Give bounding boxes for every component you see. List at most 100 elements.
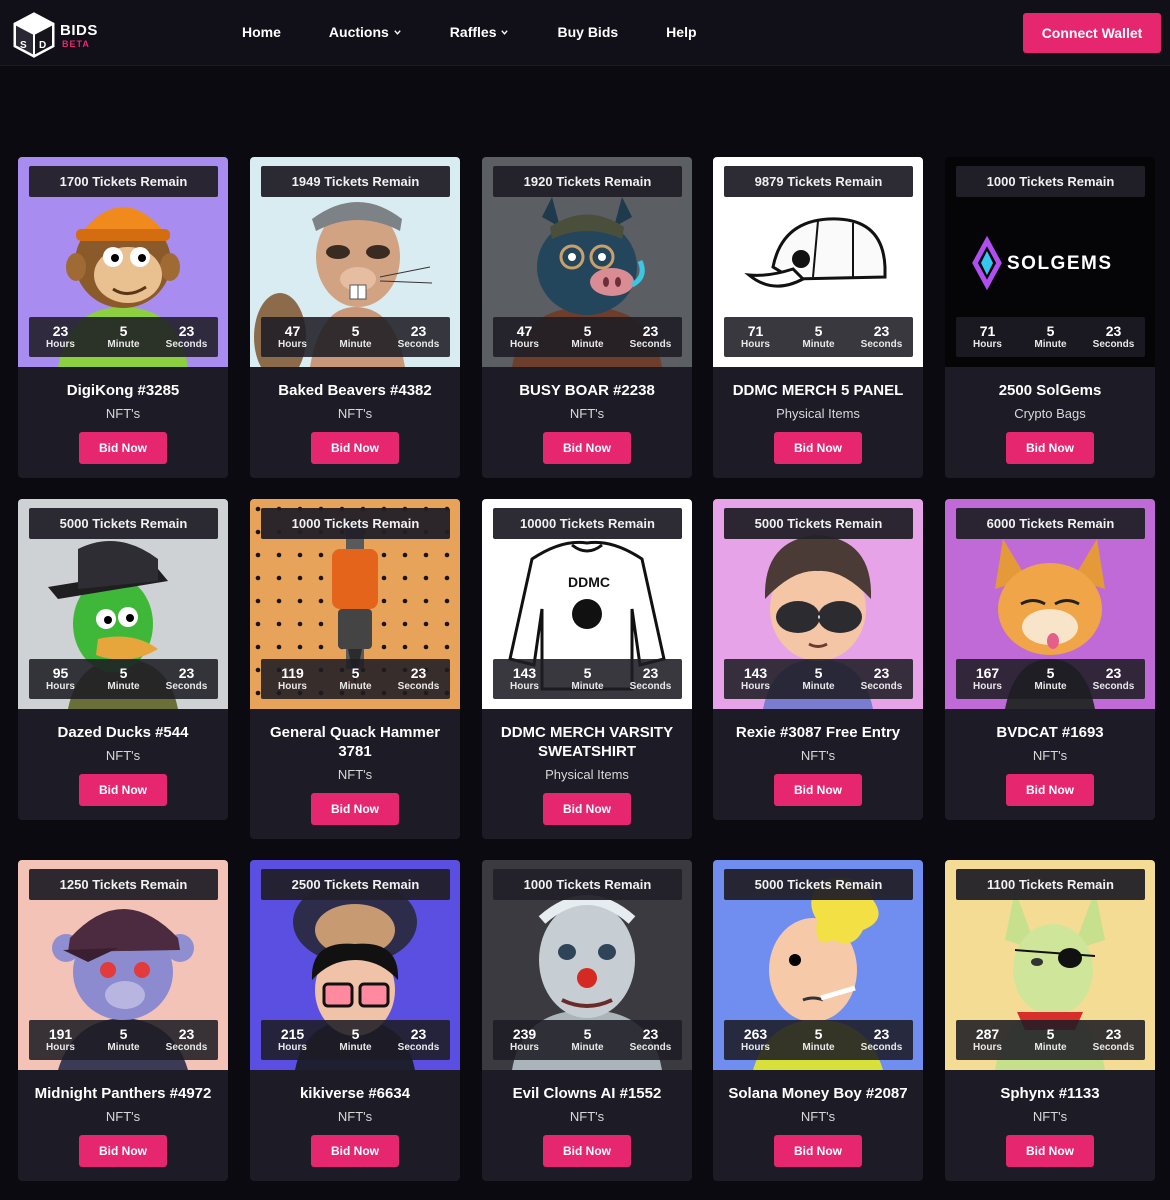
card-info: BVDCAT #1693 NFT's Bid Now xyxy=(945,709,1155,820)
raffle-card[interactable]: 5000 Tickets Remain 95 Hours 5 Minute 23… xyxy=(18,499,228,820)
raffle-title[interactable]: BUSY BOAR #2238 xyxy=(488,381,686,400)
connect-wallet-button[interactable]: Connect Wallet xyxy=(1023,13,1161,53)
seconds-label: Seconds xyxy=(397,680,440,692)
raffle-card[interactable]: 1250 Tickets Remain 191 Hours 5 Minute 2… xyxy=(18,860,228,1181)
timer-seconds: 23 Seconds xyxy=(850,317,913,357)
bid-now-button[interactable]: Bid Now xyxy=(543,793,631,825)
raffle-card[interactable]: 1949 Tickets Remain 47 Hours 5 Minute 23… xyxy=(250,157,460,478)
minutes-label: Minute xyxy=(339,338,372,350)
hours-value: 143 xyxy=(743,664,768,681)
bid-now-button[interactable]: Bid Now xyxy=(311,432,399,464)
card-info: Rexie #3087 Free Entry NFT's Bid Now xyxy=(713,709,923,820)
seconds-label: Seconds xyxy=(629,1041,672,1053)
raffle-title[interactable]: Solana Money Boy #2087 xyxy=(719,1084,917,1103)
tickets-remain-badge: 1000 Tickets Remain xyxy=(261,508,450,539)
raffle-card[interactable]: 5000 Tickets Remain 143 Hours 5 Minute 2… xyxy=(713,499,923,820)
nav-auctions-label: Auctions xyxy=(328,24,389,40)
minutes-label: Minute xyxy=(107,338,140,350)
raffle-title[interactable]: DDMC MERCH VARSITY SWEATSHIRT xyxy=(488,723,686,761)
raffle-card[interactable]: 1000 Tickets Remain 239 Hours 5 Minute 2… xyxy=(482,860,692,1181)
raffle-title[interactable]: DDMC MERCH 5 PANEL xyxy=(719,381,917,400)
minutes-value: 5 xyxy=(119,1025,128,1042)
raffle-card[interactable]: SOLGEMS 1000 Tickets Remain 71 Hours 5 M… xyxy=(945,157,1155,478)
raffle-title[interactable]: 2500 SolGems xyxy=(951,381,1149,400)
raffle-title[interactable]: kikiverse #6634 xyxy=(256,1084,454,1103)
timer-hours: 47 Hours xyxy=(261,317,324,357)
seconds-label: Seconds xyxy=(397,1041,440,1053)
raffle-card[interactable]: 1920 Tickets Remain 47 Hours 5 Minute 23… xyxy=(482,157,692,478)
minutes-value: 5 xyxy=(1046,322,1055,339)
bid-now-button[interactable]: Bid Now xyxy=(543,1135,631,1167)
raffle-card[interactable]: 5000 Tickets Remain 263 Hours 5 Minute 2… xyxy=(713,860,923,1181)
bid-now-button[interactable]: Bid Now xyxy=(774,1135,862,1167)
nft-artwork[interactable]: 5000 Tickets Remain 95 Hours 5 Minute 23… xyxy=(18,499,228,709)
nav-home[interactable]: Home xyxy=(242,24,281,40)
card-info: General Quack Hammer 3781 NFT's Bid Now xyxy=(250,709,460,839)
nft-artwork[interactable]: 5000 Tickets Remain 263 Hours 5 Minute 2… xyxy=(713,860,923,1070)
raffle-card[interactable]: 9879 Tickets Remain 71 Hours 5 Minute 23… xyxy=(713,157,923,478)
nft-artwork[interactable]: 1000 Tickets Remain 239 Hours 5 Minute 2… xyxy=(482,860,692,1070)
card-info: Midnight Panthers #4972 NFT's Bid Now xyxy=(18,1070,228,1181)
nft-artwork[interactable]: 5000 Tickets Remain 143 Hours 5 Minute 2… xyxy=(713,499,923,709)
nav-raffles[interactable]: Raffles xyxy=(450,24,510,40)
raffle-title[interactable]: DigiKong #3285 xyxy=(24,381,222,400)
bid-now-button[interactable]: Bid Now xyxy=(1006,432,1094,464)
bid-now-button[interactable]: Bid Now xyxy=(774,774,862,806)
seconds-label: Seconds xyxy=(165,338,208,350)
raffle-title[interactable]: Sphynx #1133 xyxy=(951,1084,1149,1103)
raffle-title[interactable]: Rexie #3087 Free Entry xyxy=(719,723,917,742)
raffle-title[interactable]: BVDCAT #1693 xyxy=(951,723,1149,742)
nft-artwork[interactable]: SOLGEMS 1000 Tickets Remain 71 Hours 5 M… xyxy=(945,157,1155,367)
bid-now-button[interactable]: Bid Now xyxy=(543,432,631,464)
timer-minutes: 5 Minute xyxy=(1019,317,1082,357)
cube-logo-icon: S D xyxy=(13,12,55,58)
seconds-label: Seconds xyxy=(397,338,440,350)
hours-label: Hours xyxy=(278,338,307,350)
bid-now-button[interactable]: Bid Now xyxy=(79,1135,167,1167)
raffle-card[interactable]: 1000 Tickets Remain 119 Hours 5 Minute 2… xyxy=(250,499,460,839)
seconds-value: 23 xyxy=(873,664,890,681)
raffle-title[interactable]: Evil Clowns AI #1552 xyxy=(488,1084,686,1103)
timer-seconds: 23 Seconds xyxy=(850,1020,913,1060)
raffle-card[interactable]: 2500 Tickets Remain 215 Hours 5 Minute 2… xyxy=(250,860,460,1181)
bid-now-button[interactable]: Bid Now xyxy=(79,432,167,464)
nav-buy-bids[interactable]: Buy Bids xyxy=(557,24,618,40)
nft-artwork[interactable]: 1920 Tickets Remain 47 Hours 5 Minute 23… xyxy=(482,157,692,367)
raffle-title[interactable]: Midnight Panthers #4972 xyxy=(24,1084,222,1103)
bid-now-button[interactable]: Bid Now xyxy=(1006,1135,1094,1167)
raffle-card[interactable]: DDMC 10000 Tickets Remain 143 Hours 5 Mi… xyxy=(482,499,692,839)
svg-text:S: S xyxy=(20,40,27,51)
raffle-card[interactable]: 1700 Tickets Remain 23 Hours 5 Minute 23… xyxy=(18,157,228,478)
nav-auctions[interactable]: Auctions xyxy=(329,24,402,40)
raffle-title[interactable]: General Quack Hammer 3781 xyxy=(256,723,454,761)
nft-artwork[interactable]: 2500 Tickets Remain 215 Hours 5 Minute 2… xyxy=(250,860,460,1070)
nft-artwork[interactable]: 9879 Tickets Remain 71 Hours 5 Minute 23… xyxy=(713,157,923,367)
bid-now-button[interactable]: Bid Now xyxy=(774,432,862,464)
nav-help[interactable]: Help xyxy=(666,24,696,40)
raffle-card[interactable]: 1100 Tickets Remain 287 Hours 5 Minute 2… xyxy=(945,860,1155,1181)
nft-artwork[interactable]: 1000 Tickets Remain 119 Hours 5 Minute 2… xyxy=(250,499,460,709)
nft-artwork[interactable]: 1250 Tickets Remain 191 Hours 5 Minute 2… xyxy=(18,860,228,1070)
nft-artwork[interactable]: 6000 Tickets Remain 167 Hours 5 Minute 2… xyxy=(945,499,1155,709)
seconds-label: Seconds xyxy=(860,1041,903,1053)
raffle-title[interactable]: Dazed Ducks #544 xyxy=(24,723,222,742)
bids-logo[interactable]: S D BIDS BETA xyxy=(12,12,122,60)
hours-label: Hours xyxy=(510,680,539,692)
minutes-value: 5 xyxy=(583,322,592,339)
raffle-card[interactable]: 6000 Tickets Remain 167 Hours 5 Minute 2… xyxy=(945,499,1155,820)
raffle-title[interactable]: Baked Beavers #4382 xyxy=(256,381,454,400)
minutes-label: Minute xyxy=(571,338,604,350)
main-nav: Home Auctions Raffles Buy Bids Help xyxy=(242,24,745,40)
card-info: Solana Money Boy #2087 NFT's Bid Now xyxy=(713,1070,923,1181)
nft-artwork[interactable]: 1949 Tickets Remain 47 Hours 5 Minute 23… xyxy=(250,157,460,367)
bid-now-button[interactable]: Bid Now xyxy=(79,774,167,806)
bid-now-button[interactable]: Bid Now xyxy=(1006,774,1094,806)
minutes-label: Minute xyxy=(107,680,140,692)
nft-artwork[interactable]: DDMC 10000 Tickets Remain 143 Hours 5 Mi… xyxy=(482,499,692,709)
nft-artwork[interactable]: 1700 Tickets Remain 23 Hours 5 Minute 23… xyxy=(18,157,228,367)
bid-now-button[interactable]: Bid Now xyxy=(311,1135,399,1167)
countdown-timer: 263 Hours 5 Minute 23 Seconds xyxy=(724,1020,913,1060)
bid-now-button[interactable]: Bid Now xyxy=(311,793,399,825)
nft-artwork[interactable]: 1100 Tickets Remain 287 Hours 5 Minute 2… xyxy=(945,860,1155,1070)
hours-label: Hours xyxy=(741,338,770,350)
